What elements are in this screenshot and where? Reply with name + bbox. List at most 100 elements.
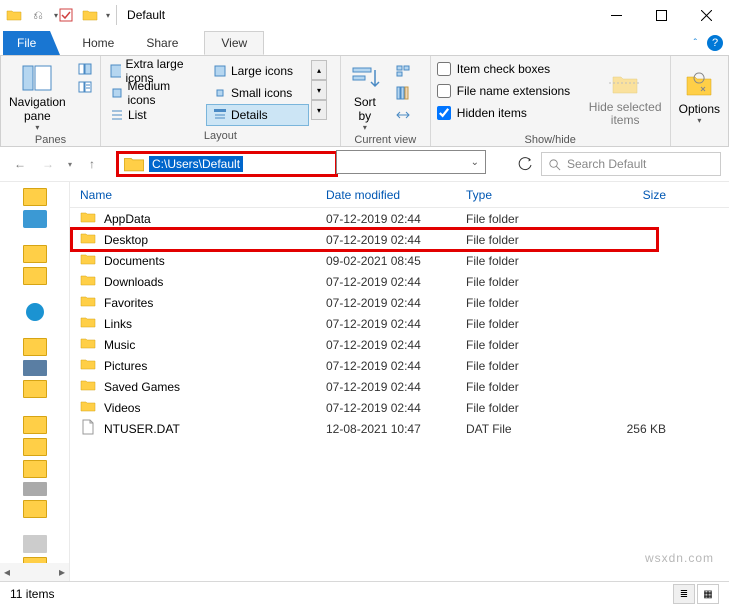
main-area: ◂▸ Name Date modified Type Size AppData0… <box>0 181 729 581</box>
refresh-button[interactable] <box>513 152 537 176</box>
file-row[interactable]: Videos07-12-2019 02:44File folder <box>70 397 729 418</box>
layout-scroll-down[interactable]: ▾ <box>311 80 327 100</box>
layout-large[interactable]: Large icons <box>206 60 309 82</box>
col-type[interactable]: Type <box>466 188 586 202</box>
search-box[interactable]: Search Default <box>541 152 721 176</box>
col-size[interactable]: Size <box>586 188 686 202</box>
file-name-extensions-input[interactable] <box>437 84 451 98</box>
column-headers[interactable]: Name Date modified Type Size <box>70 182 729 208</box>
address-bar[interactable]: C:\Users\Default <box>116 151 338 177</box>
tree-folder[interactable] <box>23 438 47 456</box>
folder-icon <box>80 293 96 312</box>
file-row[interactable]: Documents09-02-2021 08:45File folder <box>70 250 729 271</box>
empty-group-label <box>671 134 728 146</box>
tree-folder[interactable] <box>23 460 47 478</box>
tree-folder[interactable] <box>23 188 47 206</box>
tab-file[interactable]: File <box>3 31 50 55</box>
layout-details[interactable]: Details <box>206 104 309 126</box>
forward-button[interactable]: → <box>36 152 60 176</box>
undo-icon[interactable]: ⎌ <box>30 7 46 23</box>
tree-folder[interactable] <box>23 338 47 356</box>
file-row[interactable]: NTUSER.DAT12-08-2021 10:47DAT File256 KB <box>70 418 729 439</box>
qat-drop-icon-2[interactable]: ▾ <box>106 11 110 20</box>
add-columns-icon[interactable] <box>391 84 415 102</box>
options-button[interactable]: Options ▾ <box>673 58 726 132</box>
layout-scroll-more[interactable]: ▾ <box>311 100 327 120</box>
minimize-button[interactable] <box>594 0 639 30</box>
file-type: File folder <box>466 254 586 268</box>
tree-folder[interactable] <box>23 500 47 518</box>
item-check-boxes[interactable]: Item check boxes <box>433 58 583 80</box>
maximize-button[interactable] <box>639 0 684 30</box>
help-icon[interactable]: ? <box>707 35 723 51</box>
tree-folder[interactable] <box>23 245 47 263</box>
tree-folder[interactable] <box>23 416 47 434</box>
preview-pane-icon[interactable] <box>76 60 94 78</box>
tree-folder[interactable] <box>23 267 47 285</box>
panes-group-label: Panes <box>1 134 100 146</box>
hidden-items[interactable]: Hidden items <box>433 102 583 124</box>
file-date: 07-12-2019 02:44 <box>326 275 466 289</box>
tree-folder[interactable] <box>23 380 47 398</box>
hide-selected-button[interactable]: Hide selected items <box>583 58 668 132</box>
folder-icon <box>6 7 22 23</box>
tree-onedrive[interactable] <box>26 303 44 321</box>
file-row[interactable]: AppData07-12-2019 02:44File folder <box>70 208 729 229</box>
hidden-items-input[interactable] <box>437 106 451 120</box>
file-row[interactable]: Links07-12-2019 02:44File folder <box>70 313 729 334</box>
tab-view[interactable]: View <box>204 31 264 55</box>
sort-by-button[interactable]: Sort by ▾ <box>343 58 387 132</box>
layout-scroll-up[interactable]: ▴ <box>311 60 327 80</box>
tree-network[interactable] <box>23 482 47 496</box>
collapse-ribbon-icon[interactable]: ˆ <box>694 38 697 49</box>
file-date: 07-12-2019 02:44 <box>326 233 466 247</box>
item-check-boxes-input[interactable] <box>437 62 451 76</box>
tree-quick-access[interactable] <box>23 210 47 228</box>
view-details-icon[interactable]: ≣ <box>673 584 695 604</box>
checkbox-qat-icon[interactable] <box>58 7 74 23</box>
layout-list-label: List <box>128 108 147 122</box>
tree-scrollbar[interactable]: ◂▸ <box>0 563 69 581</box>
folder-icon <box>80 377 96 396</box>
size-columns-icon[interactable] <box>391 106 415 124</box>
up-button[interactable]: ↑ <box>80 152 104 176</box>
col-name[interactable]: Name <box>70 188 326 202</box>
layout-medium[interactable]: Medium icons <box>103 82 206 104</box>
checkbox-label: File name extensions <box>457 84 570 98</box>
tree-this-pc[interactable] <box>23 360 47 376</box>
file-name: Saved Games <box>104 380 180 394</box>
layout-small[interactable]: Small icons <box>206 82 309 104</box>
file-date: 07-12-2019 02:44 <box>326 296 466 310</box>
tree-drive[interactable] <box>23 535 47 553</box>
file-row[interactable]: Music07-12-2019 02:44File folder <box>70 334 729 355</box>
file-date: 07-12-2019 02:44 <box>326 338 466 352</box>
tab-share[interactable]: Share <box>130 31 194 55</box>
file-row[interactable]: Downloads07-12-2019 02:44File folder <box>70 271 729 292</box>
file-name: Videos <box>104 401 140 415</box>
file-row[interactable]: Desktop07-12-2019 02:44File folder <box>70 229 729 250</box>
back-button[interactable]: ← <box>8 152 32 176</box>
layout-m-label: Medium icons <box>127 79 198 107</box>
group-by-icon[interactable] <box>391 62 415 80</box>
tab-home[interactable]: Home <box>66 31 130 55</box>
file-type: DAT File <box>466 422 586 436</box>
address-dropdown[interactable]: ⌄ <box>336 150 486 174</box>
recent-locations[interactable]: ▾ <box>64 152 76 176</box>
navigation-tree[interactable]: ◂▸ <box>0 182 70 581</box>
file-name: Favorites <box>104 296 153 310</box>
statusbar: 11 items ≣ ▦ <box>0 581 729 606</box>
file-date: 12-08-2021 10:47 <box>326 422 466 436</box>
col-date[interactable]: Date modified <box>326 188 466 202</box>
file-name-extensions[interactable]: File name extensions <box>433 80 583 102</box>
address-path[interactable]: C:\Users\Default <box>149 156 243 172</box>
layout-list[interactable]: List <box>103 104 206 126</box>
close-button[interactable] <box>684 0 729 30</box>
file-row[interactable]: Saved Games07-12-2019 02:44File folder <box>70 376 729 397</box>
file-row[interactable]: Pictures07-12-2019 02:44File folder <box>70 355 729 376</box>
navigation-pane-button[interactable]: Navigation pane ▾ <box>3 58 72 132</box>
view-thumbs-icon[interactable]: ▦ <box>697 584 719 604</box>
folder-icon <box>80 251 96 270</box>
file-name: NTUSER.DAT <box>104 422 180 436</box>
details-pane-icon[interactable] <box>76 78 94 96</box>
file-row[interactable]: Favorites07-12-2019 02:44File folder <box>70 292 729 313</box>
